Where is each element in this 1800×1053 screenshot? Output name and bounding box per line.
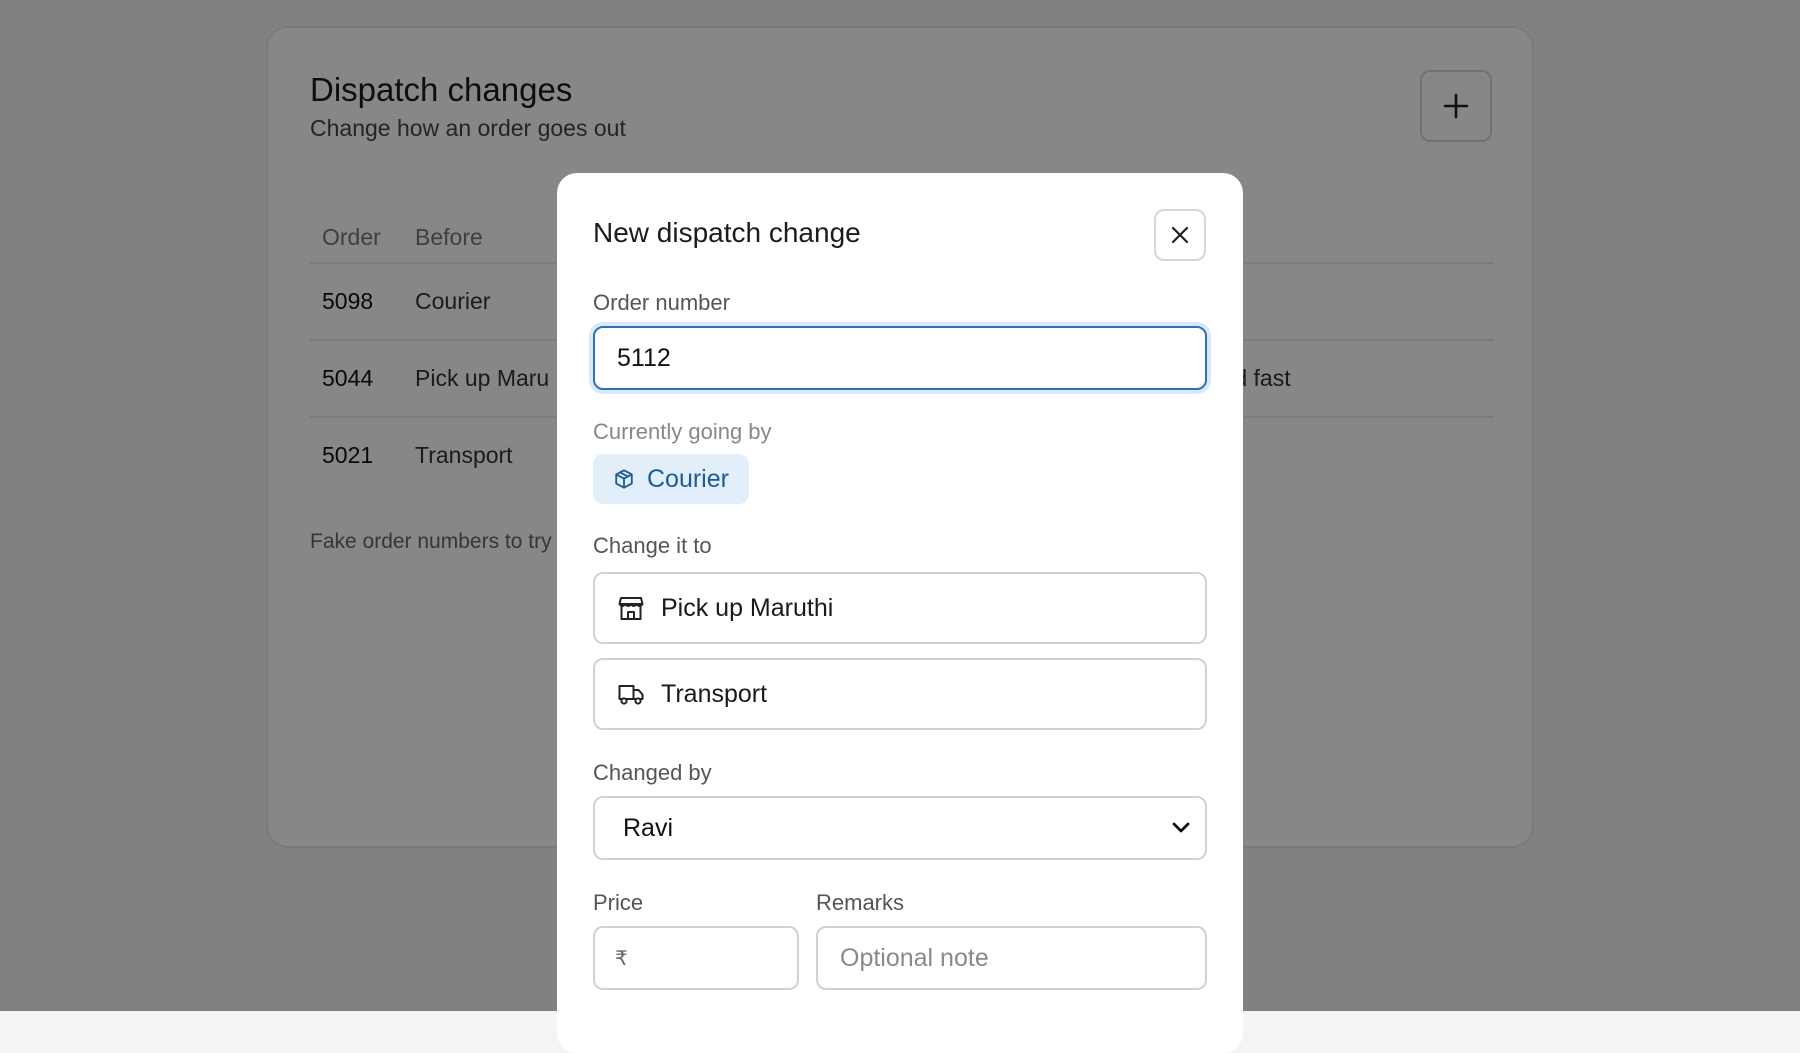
package-icon bbox=[613, 468, 635, 490]
dialog-title: New dispatch change bbox=[593, 217, 861, 249]
option-label: Pick up Maruthi bbox=[661, 594, 833, 623]
current-method-text: Courier bbox=[647, 465, 729, 494]
close-button[interactable] bbox=[1154, 209, 1206, 261]
close-icon bbox=[1170, 225, 1190, 245]
currency-symbol: ₹ bbox=[615, 946, 628, 970]
price-label: Price bbox=[593, 890, 643, 916]
current-method-badge: Courier bbox=[593, 454, 749, 504]
changed-by-select[interactable]: Ravi bbox=[593, 796, 1207, 860]
order-number-label: Order number bbox=[593, 290, 730, 316]
change-to-label: Change it to bbox=[593, 533, 712, 559]
price-input[interactable] bbox=[638, 944, 778, 972]
page: Dispatch changes Change how an order goe… bbox=[0, 0, 1800, 1011]
option-transport[interactable]: Transport bbox=[593, 658, 1207, 730]
store-icon bbox=[617, 594, 645, 622]
price-field[interactable]: ₹ bbox=[593, 926, 799, 990]
current-method-label: Currently going by bbox=[593, 419, 772, 445]
chevron-down-icon bbox=[1171, 821, 1191, 835]
changed-by-value: Ravi bbox=[623, 814, 673, 843]
remarks-input[interactable] bbox=[816, 926, 1207, 990]
new-dispatch-change-dialog: New dispatch change Order number Current… bbox=[557, 173, 1243, 1053]
option-pick-up-maruthi[interactable]: Pick up Maruthi bbox=[593, 572, 1207, 644]
order-number-input[interactable] bbox=[593, 326, 1207, 390]
option-label: Transport bbox=[661, 680, 767, 709]
truck-icon bbox=[617, 680, 645, 708]
changed-by-label: Changed by bbox=[593, 760, 712, 786]
remarks-label: Remarks bbox=[816, 890, 904, 916]
